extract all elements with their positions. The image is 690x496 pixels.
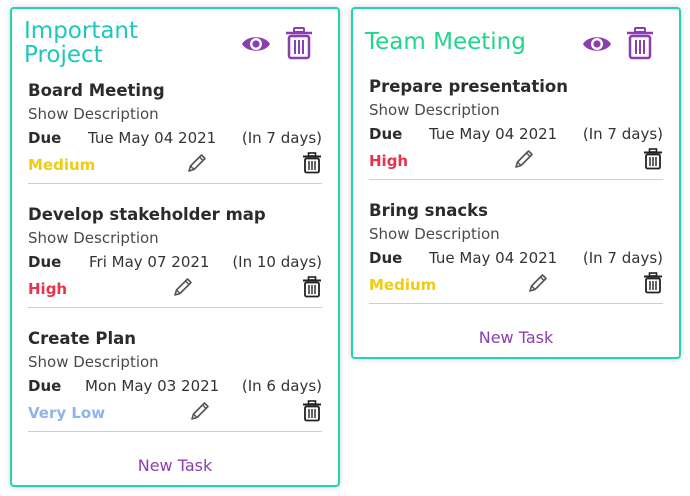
task-divider xyxy=(28,183,322,184)
due-in: (In 10 days) xyxy=(232,253,322,271)
due-in: (In 7 days) xyxy=(582,125,663,143)
task-divider xyxy=(369,179,663,180)
project-card: Team Meeting Prepare presentation Show D… xyxy=(351,7,681,359)
task-name: Prepare presentation xyxy=(369,77,568,96)
delete-task-button[interactable] xyxy=(643,272,663,298)
show-description-link[interactable]: Show Description xyxy=(369,225,500,243)
due-in: (In 7 days) xyxy=(582,249,663,267)
delete-project-button[interactable] xyxy=(285,27,313,60)
due-label: Due xyxy=(28,129,62,147)
delete-task-button[interactable] xyxy=(302,276,322,302)
pencil-icon xyxy=(174,278,192,296)
pencil-icon xyxy=(529,274,547,292)
eye-icon xyxy=(583,37,611,51)
task-divider xyxy=(369,303,663,304)
trash-icon xyxy=(286,27,312,60)
show-description-link[interactable]: Show Description xyxy=(28,229,159,247)
due-label: Due xyxy=(369,125,403,143)
delete-task-button[interactable] xyxy=(643,148,663,174)
due-date: Tue May 04 2021 xyxy=(88,129,217,147)
trash-icon xyxy=(303,400,321,422)
show-description-link[interactable]: Show Description xyxy=(28,353,159,371)
delete-task-button[interactable] xyxy=(302,152,322,178)
due-date: Fri May 07 2021 xyxy=(89,253,210,271)
due-in: (In 7 days) xyxy=(241,129,322,147)
pencil-icon xyxy=(515,150,533,168)
pencil-icon xyxy=(191,402,209,420)
priority-label: High xyxy=(28,280,68,298)
delete-project-button[interactable] xyxy=(626,27,654,60)
due-date: Mon May 03 2021 xyxy=(85,377,220,395)
pencil-icon xyxy=(188,154,206,172)
priority-label: High xyxy=(369,152,409,170)
new-task-button[interactable]: New Task xyxy=(12,456,338,475)
priority-label: Medium xyxy=(28,156,96,174)
trash-icon xyxy=(644,148,662,170)
priority-label: Very Low xyxy=(28,404,106,422)
task-name: Develop stakeholder map xyxy=(28,205,266,224)
view-project-button[interactable] xyxy=(582,33,612,55)
task-name: Bring snacks xyxy=(369,201,488,220)
show-description-link[interactable]: Show Description xyxy=(369,101,500,119)
project-title: Important Project xyxy=(24,18,139,68)
eye-icon xyxy=(242,37,270,51)
edit-task-button[interactable] xyxy=(189,400,211,426)
task-name: Create Plan xyxy=(28,329,137,348)
due-date: Tue May 04 2021 xyxy=(429,249,558,267)
priority-label: Medium xyxy=(369,276,437,294)
due-in: (In 6 days) xyxy=(241,377,322,395)
task-divider xyxy=(28,307,322,308)
project-card: Important Project Board Meeting Show Des… xyxy=(10,7,340,487)
task-divider xyxy=(28,431,322,432)
edit-task-button[interactable] xyxy=(186,152,208,178)
edit-task-button[interactable] xyxy=(527,272,549,298)
edit-task-button[interactable] xyxy=(513,148,535,174)
view-project-button[interactable] xyxy=(241,33,271,55)
trash-icon xyxy=(303,276,321,298)
trash-icon xyxy=(627,27,653,60)
trash-icon xyxy=(644,272,662,294)
due-label: Due xyxy=(369,249,403,267)
show-description-link[interactable]: Show Description xyxy=(28,105,159,123)
due-date: Tue May 04 2021 xyxy=(429,125,558,143)
task-name: Board Meeting xyxy=(28,81,165,100)
edit-task-button[interactable] xyxy=(172,276,194,302)
delete-task-button[interactable] xyxy=(302,400,322,426)
due-label: Due xyxy=(28,377,62,395)
new-task-button[interactable]: New Task xyxy=(353,328,679,347)
trash-icon xyxy=(303,152,321,174)
due-label: Due xyxy=(28,253,62,271)
